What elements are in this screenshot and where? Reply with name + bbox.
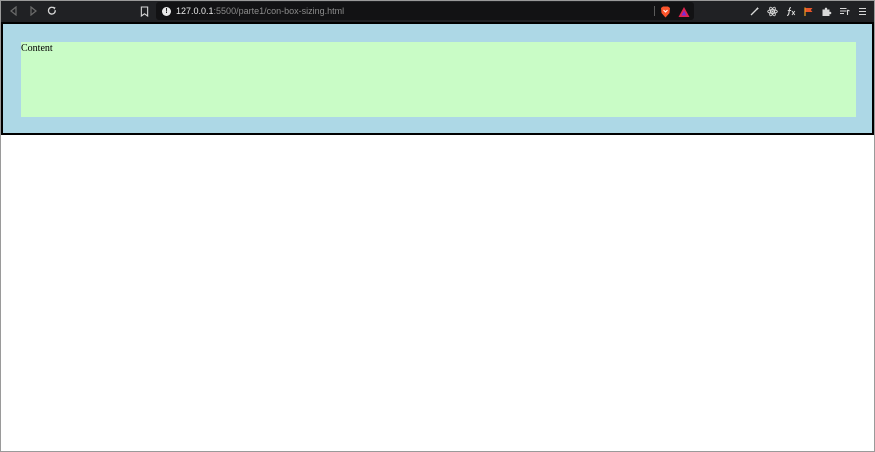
function-icon[interactable] xyxy=(783,4,797,18)
url-path: :5500/parte1/con-box-sizing.html xyxy=(213,6,345,16)
forward-icon[interactable] xyxy=(25,3,41,19)
browser-toolbar: ! 127.0.0.1:5500/parte1/con-box-sizing.h… xyxy=(0,0,875,22)
info-icon[interactable]: ! xyxy=(162,6,171,16)
back-icon[interactable] xyxy=(6,3,22,19)
react-icon[interactable] xyxy=(765,4,779,18)
playlist-icon[interactable] xyxy=(837,4,851,18)
content-box: Content xyxy=(21,42,856,117)
url-separator xyxy=(654,6,655,16)
flag-icon[interactable] xyxy=(801,4,815,18)
brave-rewards-icon[interactable] xyxy=(678,5,690,17)
content-label: Content xyxy=(21,43,53,54)
reload-icon[interactable] xyxy=(44,3,60,19)
puzzle-icon[interactable] xyxy=(819,4,833,18)
wand-icon[interactable] xyxy=(747,4,761,18)
url-host: 127.0.0.1 xyxy=(176,6,214,16)
url-text[interactable]: 127.0.0.1:5500/parte1/con-box-sizing.htm… xyxy=(176,6,344,16)
outer-box: Content xyxy=(1,22,874,135)
address-bar[interactable]: ! 127.0.0.1:5500/parte1/con-box-sizing.h… xyxy=(156,2,694,20)
extensions-area xyxy=(743,3,869,19)
brave-shield-icon[interactable] xyxy=(660,5,671,18)
bookmark-icon[interactable] xyxy=(138,4,150,18)
menu-icon[interactable] xyxy=(855,4,869,18)
